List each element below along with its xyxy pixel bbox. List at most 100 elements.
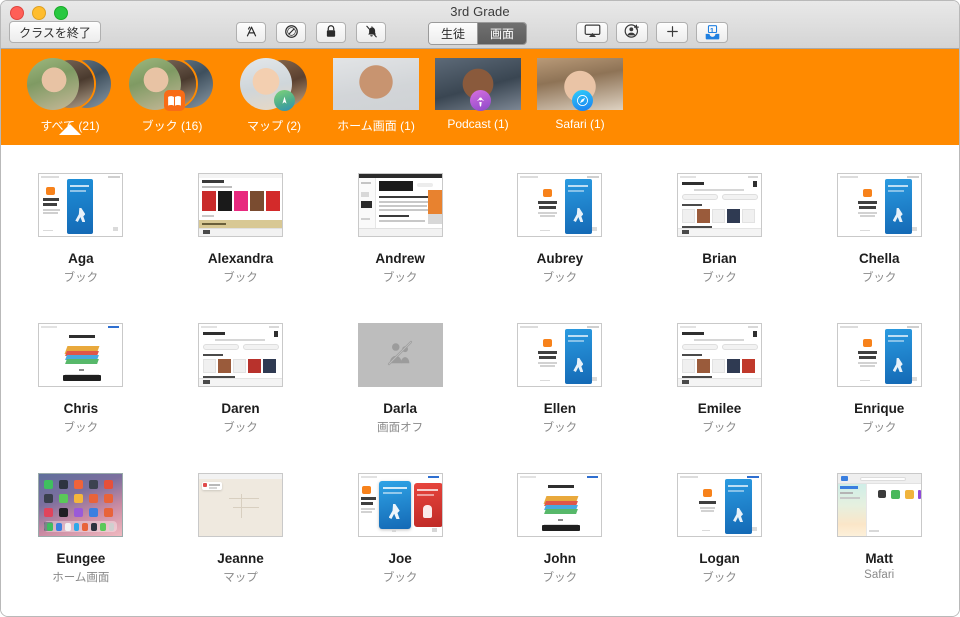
student-cell-jeanne[interactable]: Jeanne マップ (161, 473, 321, 616)
screen-off-placeholder (357, 323, 443, 387)
inbox-icon: 1 (704, 25, 721, 40)
avatar (333, 58, 419, 110)
student-status: ブック (861, 422, 897, 434)
student-cell-joe[interactable]: Joe ブック (320, 473, 480, 616)
screen-thumbnail[interactable] (38, 473, 124, 537)
selection-indicator (59, 124, 81, 135)
screen-thumbnail[interactable] (517, 173, 603, 237)
screen-thumbnail[interactable] (357, 473, 443, 537)
student-name: Emilee (697, 401, 742, 416)
student-cell-aubrey[interactable]: Aubrey ブック (480, 173, 640, 323)
maps-icon (274, 90, 295, 111)
avatar-stack (435, 58, 521, 111)
view-segmented-control[interactable]: 生徒 画面 (428, 22, 527, 45)
lock-screens-button[interactable] (316, 22, 346, 43)
student-cell-logan[interactable]: Logan ブック (640, 473, 800, 616)
student-status: ブック (63, 422, 99, 434)
student-cell-eungee[interactable]: Eungee ホーム画面 (1, 473, 161, 616)
screen-thumbnail[interactable] (38, 323, 124, 387)
grid-row: Aga ブック Alexandra ブック Andrew ブック Aubrey … (1, 173, 959, 323)
screen-thumbnail[interactable] (677, 323, 763, 387)
tab-screens[interactable]: 画面 (477, 23, 526, 44)
student-cell-ellen[interactable]: Ellen ブック (480, 323, 640, 473)
student-name: Logan (699, 551, 740, 566)
student-cell-brian[interactable]: Brian ブック (640, 173, 800, 323)
filter-item-safari[interactable]: Safari (1) (529, 49, 631, 131)
student-cell-chella[interactable]: Chella ブック (799, 173, 959, 323)
student-cell-emilee[interactable]: Emilee ブック (640, 323, 800, 473)
page-title: 3rd Grade (450, 4, 510, 19)
mute-button[interactable] (356, 22, 386, 43)
tab-students[interactable]: 生徒 (429, 23, 477, 44)
screen-thumbnail[interactable] (38, 173, 124, 237)
student-name: Matt (865, 551, 894, 566)
screen-thumbnail[interactable] (836, 473, 922, 537)
avatar (27, 58, 79, 110)
filter-item-home-screen[interactable]: ホーム画面 (1) (325, 49, 427, 134)
books-get-started-screen (517, 473, 603, 537)
books-welcome-screen (677, 473, 763, 537)
student-name: Enrique (854, 401, 905, 416)
books-store-screen (198, 173, 283, 237)
add-button[interactable] (656, 22, 688, 43)
filter-item-all[interactable]: すべて (21) (19, 49, 121, 135)
screen-thumbnail[interactable] (677, 473, 763, 537)
filter-label: Safari (1) (555, 117, 605, 131)
student-name: Eungee (56, 551, 106, 566)
airplay-icon (584, 24, 601, 41)
end-class-label: クラスを終了 (19, 25, 91, 40)
student-cell-enrique[interactable]: Enrique ブック (799, 323, 959, 473)
student-cell-darla[interactable]: Darla 画面オフ (320, 323, 480, 473)
screen-thumbnail[interactable] (517, 473, 603, 537)
filter-item-books[interactable]: ブック (16) (121, 49, 223, 134)
student-cell-andrew[interactable]: Andrew ブック (320, 173, 480, 323)
student-status: ブック (223, 272, 258, 284)
books-icon (164, 90, 185, 111)
filter-label: ブック (16) (141, 119, 203, 133)
filter-item-maps[interactable]: マップ (2) (223, 49, 325, 134)
books-reading-now-screen (677, 173, 763, 237)
filter-label: ホーム画面 (1) (337, 119, 415, 133)
end-class-button[interactable]: クラスを終了 (9, 21, 101, 43)
navigate-button[interactable] (276, 22, 306, 43)
student-cell-alexandra[interactable]: Alexandra ブック (161, 173, 321, 323)
screen-thumbnail[interactable] (198, 173, 283, 237)
student-name: Darla (383, 401, 418, 416)
open-apps-button[interactable] (236, 22, 266, 43)
student-cell-aga[interactable]: Aga ブック (1, 173, 161, 323)
screen-thumbnail[interactable] (677, 173, 763, 237)
screen-thumbnail[interactable] (198, 323, 283, 387)
screen-thumbnail[interactable] (836, 173, 922, 237)
screen-thumbnail[interactable] (357, 323, 443, 387)
filter-label: Podcast (1) (447, 117, 509, 131)
filter-item-podcasts[interactable]: Podcast (1) (427, 49, 529, 131)
lock-icon (324, 24, 338, 42)
window-titlebar: 3rd Grade クラスを終了 生徒 画面 1 (1, 1, 959, 49)
screen-thumbnail[interactable] (517, 323, 603, 387)
grid-row: Eungee ホーム画面 Jeanne マップ Joe ブック John ブック… (1, 473, 959, 616)
student-cell-john[interactable]: John ブック (480, 473, 640, 616)
books-welcome-screen (517, 323, 603, 387)
student-name: Chris (63, 401, 99, 416)
student-status: ブック (861, 272, 897, 284)
student-name: Aubrey (536, 251, 584, 266)
student-name: Chella (858, 251, 900, 266)
student-status: ブック (702, 572, 737, 584)
books-welcome-screen (517, 173, 603, 237)
screen-thumbnail[interactable] (836, 323, 922, 387)
books-reading-screen (357, 173, 443, 237)
bell-slash-icon (364, 24, 379, 42)
student-cell-matt[interactable]: Matt Safari (799, 473, 959, 616)
person-slash-icon (383, 336, 417, 375)
student-status: ホーム画面 (52, 572, 110, 584)
inbox-count: 1 (709, 25, 715, 35)
screen-thumbnail[interactable] (198, 473, 283, 537)
airplay-button[interactable] (576, 22, 608, 43)
student-cell-daren[interactable]: Daren ブック (161, 323, 321, 473)
add-student-button[interactable] (616, 22, 648, 43)
student-cell-chris[interactable]: Chris ブック (1, 323, 161, 473)
inbox-button[interactable]: 1 (696, 22, 728, 43)
screen-thumbnail[interactable] (357, 173, 443, 237)
student-name: John (543, 551, 576, 566)
student-screens-grid: Aga ブック Alexandra ブック Andrew ブック Aubrey … (1, 145, 959, 616)
